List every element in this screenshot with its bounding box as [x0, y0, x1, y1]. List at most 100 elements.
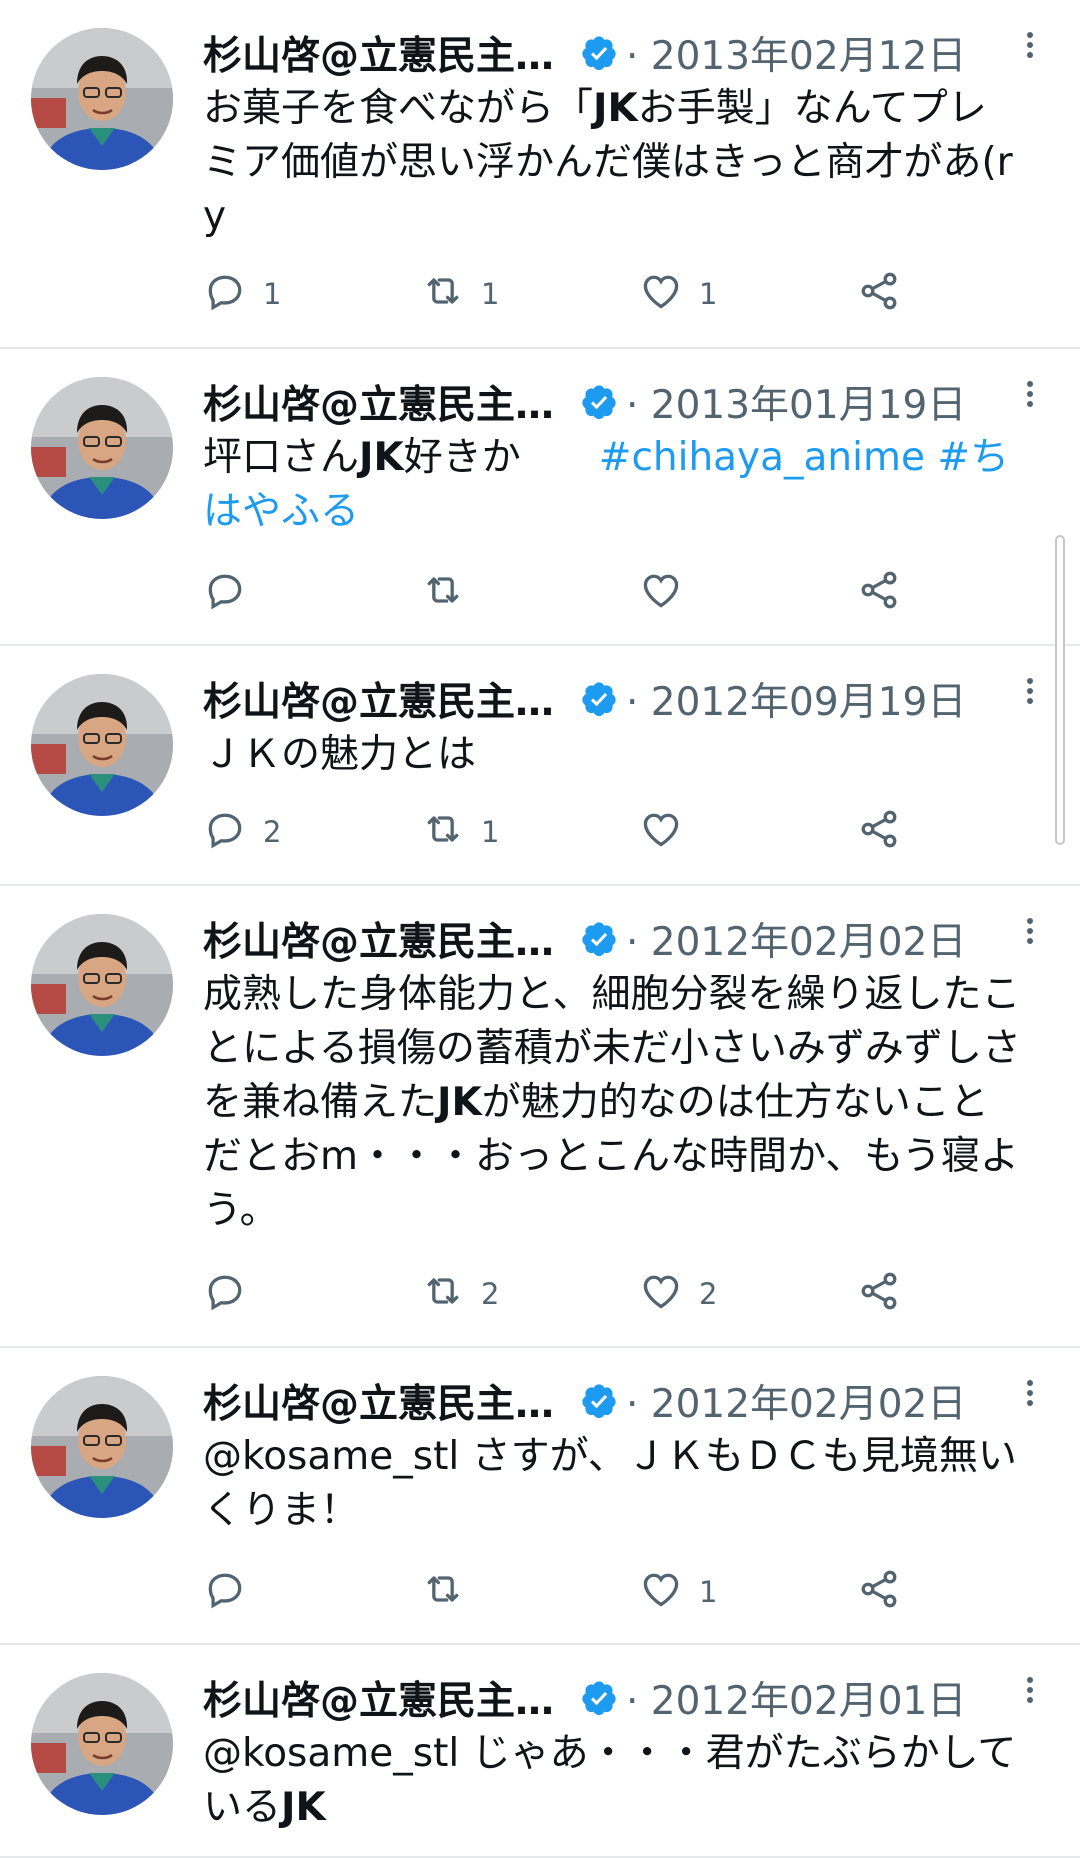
author-name[interactable]: 杉山啓@立憲民主… [203, 671, 554, 727]
like-button[interactable]: 2 [639, 1269, 857, 1320]
reply-icon [203, 1269, 247, 1320]
bold-text: JK [437, 1080, 482, 1125]
verified-badge-icon [580, 383, 618, 421]
tweet[interactable]: 杉山啓@立憲民主… · 2012年02月01日 @kosame_stl じゃあ・・・… [0, 1645, 1080, 1858]
tweet-actions: 21 [203, 810, 940, 854]
author-name[interactable]: 杉山啓@立憲民主… [203, 911, 554, 967]
text-segment: 好きか [403, 435, 599, 480]
tweet-date[interactable]: · 2012年02月01日 [626, 1670, 966, 1726]
share-icon [857, 1567, 901, 1618]
reply-button[interactable]: 1 [203, 269, 421, 320]
tweet-content: 杉山啓@立憲民主… · 2012年02月02日 成熟した身体能力と、細胞分裂を繰り返… [203, 908, 1033, 1238]
share-icon [857, 1269, 901, 1320]
author-name[interactable]: 杉山啓@立憲民主… [203, 25, 554, 81]
tweet-text: 坪口さんJK好きか #chihaya_anime #ちはやふる [203, 431, 1024, 539]
reply-button[interactable] [203, 568, 421, 619]
share-icon [857, 269, 901, 320]
like-count: 2 [699, 1277, 718, 1311]
tweet[interactable]: 杉山啓@立憲民主… · 2013年01月19日 坪口さんJK好きか #chihaya… [0, 349, 1080, 646]
tweet-date[interactable]: · 2012年02月02日 [626, 1373, 966, 1429]
verified-badge-icon [580, 680, 618, 718]
share-button[interactable] [857, 1567, 901, 1618]
hashtag-link[interactable]: #chihaya_anime [599, 435, 925, 480]
tweet[interactable]: 杉山啓@立憲民主… · 2012年02月02日 @kosame_stl さすが、ＪＫ… [0, 1348, 1080, 1645]
retweet-button[interactable] [421, 1567, 639, 1618]
like-button[interactable] [639, 807, 857, 858]
retweet-button[interactable]: 2 [421, 1269, 639, 1320]
retweet-button[interactable]: 1 [421, 807, 639, 858]
reply-icon [203, 568, 247, 619]
like-icon [639, 568, 683, 619]
bold-text: JK [359, 435, 404, 480]
retweet-count: 1 [481, 277, 500, 311]
verified-badge-icon [580, 34, 618, 72]
tweet-header: 杉山啓@立憲民主… · 2012年02月01日 [203, 1667, 1033, 1729]
avatar[interactable] [31, 28, 173, 170]
reply-button[interactable]: 2 [203, 807, 421, 858]
tweet-header: 杉山啓@立憲民主… · 2012年02月02日 [203, 908, 1033, 970]
tweet-date[interactable]: · 2012年02月02日 [626, 911, 966, 967]
scrollbar[interactable] [1055, 535, 1065, 845]
like-icon [639, 807, 683, 858]
reply-icon [203, 1567, 247, 1618]
tweet-text: @kosame_stl さすが、ＪＫもＤＣも見境無いくりま！ [203, 1430, 1024, 1538]
reply-button[interactable] [203, 1567, 421, 1618]
retweet-count: 2 [481, 1277, 500, 1311]
share-button[interactable] [857, 568, 901, 619]
retweet-icon [421, 807, 465, 858]
tweet[interactable]: 杉山啓@立憲民主… · 2012年02月02日 成熟した身体能力と、細胞分裂を繰り返… [0, 886, 1080, 1348]
text-segment: ＪＫの魅力とは [203, 732, 477, 777]
tweet-header: 杉山啓@立憲民主… · 2013年01月19日 [203, 371, 1033, 433]
more-options-icon[interactable] [1020, 674, 1040, 714]
text-segment [925, 435, 937, 480]
avatar[interactable] [31, 914, 173, 1056]
verified-badge-icon [580, 1382, 618, 1420]
tweet-content: 杉山啓@立憲民主… · 2012年02月02日 @kosame_stl さすが、ＪＫ… [203, 1370, 1033, 1538]
avatar[interactable] [31, 674, 173, 816]
author-name[interactable]: 杉山啓@立憲民主… [203, 1373, 554, 1429]
reply-count: 2 [263, 815, 282, 849]
more-options-icon[interactable] [1020, 1376, 1040, 1416]
tweet[interactable]: 杉山啓@立憲民主… · 2013年02月12日 お菓子を食べながら「JKお手製」なん… [0, 0, 1080, 349]
more-options-icon[interactable] [1020, 914, 1040, 954]
like-icon [639, 269, 683, 320]
avatar[interactable] [31, 1673, 173, 1815]
tweet-text: ＪＫの魅力とは [203, 728, 1024, 782]
like-button[interactable] [639, 568, 857, 619]
avatar[interactable] [31, 1376, 173, 1518]
like-button[interactable]: 1 [639, 269, 857, 320]
retweet-button[interactable] [421, 568, 639, 619]
author-name[interactable]: 杉山啓@立憲民主… [203, 374, 554, 430]
tweet-content: 杉山啓@立憲民主… · 2013年02月12日 お菓子を食べながら「JKお手製」なん… [203, 22, 1033, 244]
retweet-icon [421, 269, 465, 320]
author-name[interactable]: 杉山啓@立憲民主… [203, 1670, 554, 1726]
like-icon [639, 1269, 683, 1320]
tweet-text: 成熟した身体能力と、細胞分裂を繰り返したことによる損傷の蓄積が未だ小さいみずみず… [203, 968, 1024, 1238]
tweet[interactable]: 杉山啓@立憲民主… · 2012年09月19日 ＪＫの魅力とは 2 1 [0, 646, 1080, 886]
share-button[interactable] [857, 807, 901, 858]
retweet-icon [421, 1567, 465, 1618]
reply-button[interactable] [203, 1269, 421, 1320]
more-options-icon[interactable] [1020, 1673, 1040, 1713]
tweet-date[interactable]: · 2013年01月19日 [626, 374, 966, 430]
tweet-date[interactable]: · 2012年09月19日 [626, 671, 966, 727]
text-segment: @kosame_stl さすが、ＪＫもＤＣも見境無いくりま！ [203, 1434, 1017, 1533]
like-button[interactable]: 1 [639, 1567, 857, 1618]
retweet-button[interactable]: 1 [421, 269, 639, 320]
tweet-text: お菓子を食べながら「JKお手製」なんてプレミア価値が思い浮かんだ僕はきっと商才が… [203, 82, 1024, 244]
verified-badge-icon [580, 920, 618, 958]
retweet-icon [421, 568, 465, 619]
tweet-date[interactable]: · 2013年02月12日 [626, 25, 966, 81]
avatar[interactable] [31, 377, 173, 519]
retweet-icon [421, 1269, 465, 1320]
more-options-icon[interactable] [1020, 377, 1040, 417]
bold-text: JK [281, 1785, 326, 1830]
share-button[interactable] [857, 269, 901, 320]
share-button[interactable] [857, 1269, 901, 1320]
tweet-actions [203, 571, 940, 615]
tweet-content: 杉山啓@立憲民主… · 2012年09月19日 ＪＫの魅力とは [203, 668, 1033, 782]
tweet-header: 杉山啓@立憲民主… · 2013年02月12日 [203, 22, 1033, 84]
verified-badge-icon [580, 1679, 618, 1717]
bold-text: JK [593, 86, 638, 131]
more-options-icon[interactable] [1020, 28, 1040, 68]
